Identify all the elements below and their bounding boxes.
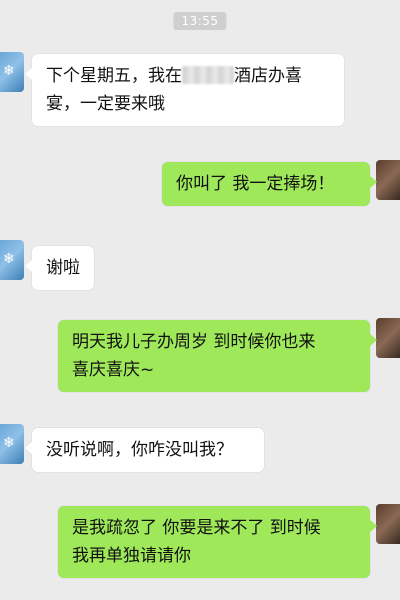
contact-avatar[interactable]: ❄ [0,424,24,464]
redacted-text-blur [182,66,234,84]
my-avatar[interactable] [376,160,400,200]
my-avatar[interactable] [376,504,400,544]
snowflake-avatar-icon: ❄ [3,63,15,79]
message-line: 宴，一定要来哦 [46,94,165,114]
message-bubble-sent[interactable]: 是我疏忽了 你要是来不了 到时候 我再单独请请你 [58,506,377,578]
message-bubble-sent[interactable]: 明天我儿子办周岁 到时候你也来 喜庆喜庆~ [58,320,377,392]
message-text: 没听说啊，你咋没叫我？ [46,440,233,460]
contact-avatar[interactable]: ❄ [0,52,24,92]
message-bubble-received[interactable]: 下个星期五，我在 酒店办喜 宴，一定要来哦 [25,54,344,126]
message-bubble-received[interactable]: 没听说啊，你咋没叫我？ [25,428,264,472]
message-line: 喜庆喜庆~ [72,360,155,380]
snowflake-avatar-icon: ❄ [3,251,15,267]
contact-avatar[interactable]: ❄ [0,240,24,280]
message-line: 我再单独请请你 [72,546,191,566]
message-text: 下个星期五，我在 [46,66,182,86]
message-line: 明天我儿子办周岁 到时候你也来 [72,332,316,352]
message-text: 谢啦 [46,258,80,278]
timestamp-label: 13:55 [173,12,227,30]
message-line: 是我疏忽了 你要是来不了 到时候 [72,518,321,538]
message-bubble-sent[interactable]: 你叫了 我一定捧场！ [162,162,377,206]
message-text: 酒店办喜 [234,66,302,86]
my-avatar[interactable] [376,318,400,358]
message-bubble-received[interactable]: 谢啦 [25,246,94,290]
message-text: 你叫了 我一定捧场！ [176,174,335,194]
snowflake-avatar-icon: ❄ [3,435,15,451]
message-line: 下个星期五，我在 酒店办喜 [46,62,330,90]
